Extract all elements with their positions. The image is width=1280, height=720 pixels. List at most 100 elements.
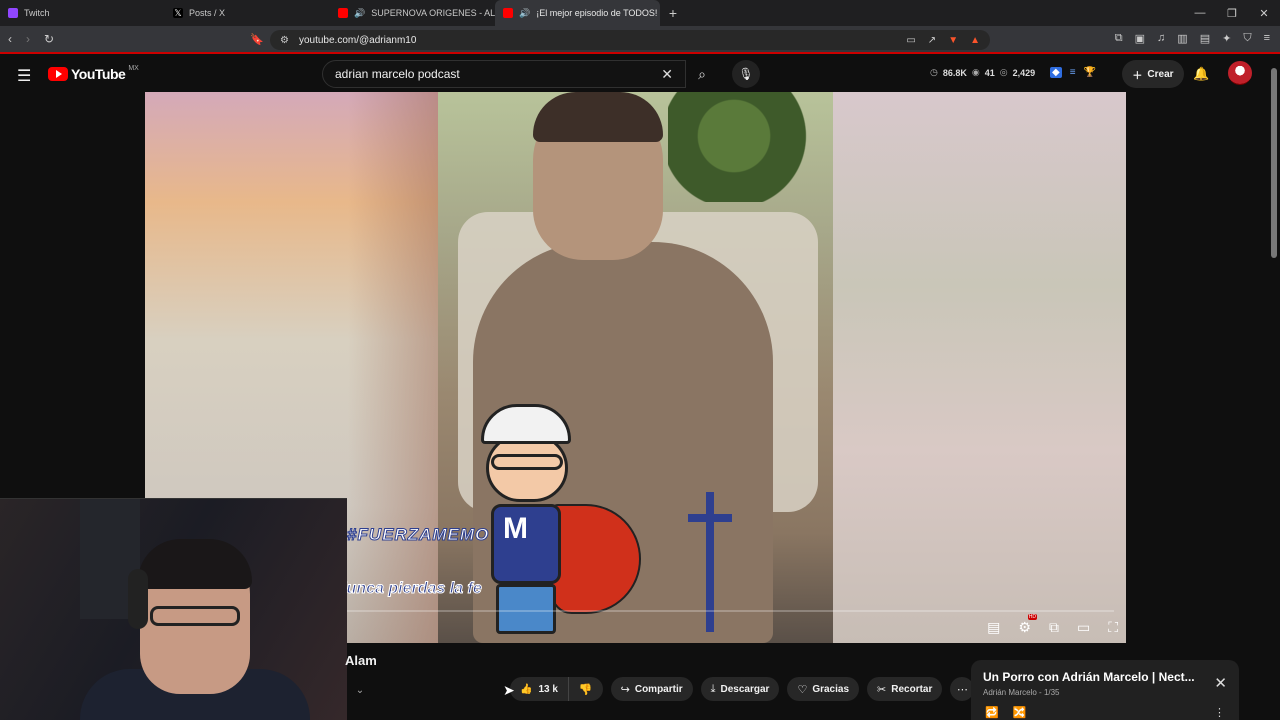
close-window-icon[interactable]: ✕ <box>1248 7 1280 20</box>
more-horizontal-icon: ⋯ <box>956 683 968 696</box>
sticker-cape <box>551 504 641 614</box>
stat-views: 86.8K <box>942 67 967 78</box>
voice-search-button[interactable]: 🎙 <box>732 60 760 88</box>
playlist-menu-icon[interactable]: ⋮ <box>1214 706 1225 719</box>
sticker-cap <box>481 404 571 444</box>
stat-watchers: 2,429 <box>1012 67 1036 78</box>
bookmark-icon[interactable]: 🔖 <box>250 33 264 46</box>
hamburger-menu-icon[interactable]: ☰ <box>17 66 31 86</box>
tab-twitch[interactable]: Twitch <box>0 0 165 26</box>
chevron-down-icon[interactable]: ⌄ <box>350 682 370 698</box>
microphone-icon: 🎙 <box>738 67 754 81</box>
create-button[interactable]: ＋ Crear <box>1122 60 1184 88</box>
dislike-button[interactable]: 👎 <box>569 677 603 701</box>
forward-icon[interactable]: › <box>26 32 30 46</box>
playlist-position: 1/35 <box>1043 688 1060 697</box>
search-button[interactable]: ⌕ <box>686 60 718 88</box>
reload-icon[interactable]: ↻ <box>44 32 54 46</box>
loop-icon[interactable]: 🔁 <box>985 706 999 719</box>
wallet-icon[interactable]: ▤ <box>1200 32 1210 45</box>
media-icon[interactable]: ♫ <box>1157 32 1165 45</box>
miniplayer-icon[interactable]: ⧉ <box>1049 619 1059 636</box>
cast-icon[interactable]: ▭ <box>906 35 915 46</box>
clip-button[interactable]: ✂ Recortar <box>867 677 943 701</box>
thumbs-up-icon: 👍 <box>520 683 533 695</box>
watchers-icon: ◎ <box>999 67 1008 77</box>
playlist-channel[interactable]: Adrián Marcelo <box>983 688 1037 697</box>
shuffle-icon[interactable]: 🔀 <box>1013 706 1027 719</box>
sidebar-icon[interactable]: ▥ <box>1177 32 1187 45</box>
account-avatar[interactable] <box>1228 61 1252 85</box>
fullscreen-icon[interactable]: ⛶ <box>1108 619 1118 636</box>
extension-list-icon[interactable]: ≡ <box>1070 67 1076 78</box>
extension-badge-icon[interactable]: ◆ <box>1050 67 1062 78</box>
playlist-title[interactable]: Un Porro con Adrián Marcelo | Nect... <box>983 670 1203 684</box>
thanks-button[interactable]: ♡ Gracias <box>787 677 860 701</box>
site-settings-icon[interactable]: ⚙ <box>280 35 289 46</box>
region-code: MX <box>128 64 139 72</box>
theater-mode-icon[interactable]: ▭ <box>1077 619 1090 636</box>
speaker-icon[interactable]: 🔊 <box>354 8 365 19</box>
scrollbar-thumb[interactable] <box>1271 68 1277 258</box>
url-field[interactable]: ⚙ youtube.com/@adrianm10 ▭ ↗ ▼ ▲ <box>270 30 990 50</box>
minimize-icon[interactable]: — <box>1184 7 1216 20</box>
thanks-label: Gracias <box>812 683 850 695</box>
window-controls: — ❐ ✕ <box>1184 7 1280 20</box>
notifications-bell-icon[interactable]: 🔔 <box>1193 66 1209 82</box>
brave-shields-icon[interactable]: ▼ <box>948 35 958 46</box>
close-playlist-icon[interactable]: ✕ <box>1214 674 1227 692</box>
tab-active-episode[interactable]: 🔊 ¡El mejor episodio de TODOS! ✕ <box>495 0 660 26</box>
youtube-favicon-icon <box>503 8 513 18</box>
brave-rewards-icon[interactable]: ▲ <box>970 35 980 46</box>
create-label: Crear <box>1147 68 1174 80</box>
like-button[interactable]: 👍 13 k <box>510 677 569 701</box>
restore-icon[interactable]: ❐ <box>1216 7 1248 20</box>
search-value: adrian marcelo podcast <box>335 67 460 81</box>
tab-supernova[interactable]: 🔊 SUPERNOVA ORIGENES - ALANA <box>330 0 495 26</box>
subtitles-icon[interactable]: ▤ <box>987 619 1000 636</box>
vpn-icon[interactable]: ⛉ <box>1243 32 1251 45</box>
overlay-hashtag: #FUERZAMEMO <box>346 525 490 545</box>
back-icon[interactable]: ‹ <box>8 32 12 46</box>
browser-menu-icon[interactable]: ≡ <box>1264 32 1270 45</box>
youtube-favicon-icon <box>338 8 348 18</box>
sticker-glasses <box>491 454 563 470</box>
clear-search-icon[interactable]: ✕ <box>661 66 673 83</box>
new-tab-button[interactable]: + <box>660 5 686 21</box>
eye-icon: ◉ <box>971 67 980 77</box>
webcam-person-hair <box>138 539 252 589</box>
speaker-icon[interactable]: 🔊 <box>519 8 530 19</box>
share-label: Compartir <box>634 683 683 695</box>
leo-icon[interactable]: ✦ <box>1222 32 1231 45</box>
screenshot-icon[interactable]: ▣ <box>1135 32 1145 45</box>
thumbs-down-icon: 👎 <box>578 683 593 696</box>
extension-stats: ◷ 86.8K ◉ 41 ◎ 2,429 <box>930 67 1035 78</box>
extension-icons: ◆ ≡ 🏆 <box>1050 67 1096 78</box>
url-text: youtube.com/@adrianm10 <box>298 34 417 46</box>
download-label: Descargar <box>720 683 770 695</box>
extensions-icon[interactable]: ⧉ <box>1115 32 1123 45</box>
browser-tab-bar: Twitch 𝕏 Posts / X 🔊 SUPERNOVA ORIGENES … <box>0 0 1280 26</box>
search-input[interactable]: adrian marcelo podcast ✕ <box>322 60 686 88</box>
tab-x-posts[interactable]: 𝕏 Posts / X <box>165 0 330 26</box>
youtube-logo[interactable]: YouTube MX <box>48 64 139 82</box>
share-button[interactable]: ↪ Compartir <box>610 677 693 701</box>
webcam-person-glasses <box>150 606 240 626</box>
download-button[interactable]: ⤓ Descargar <box>700 677 780 701</box>
player-controls: ▤ ⚙ ⧉ ▭ ⛶ <box>987 614 1118 636</box>
page-scrollbar[interactable] <box>1270 56 1278 720</box>
blurred-background-right <box>833 92 1126 643</box>
plus-icon: ＋ <box>1132 70 1143 82</box>
like-dislike-group: 👍 13 k 👎 <box>510 677 603 701</box>
like-count: 13 k <box>538 683 558 695</box>
mouse-cursor-icon: ➤ <box>503 682 515 698</box>
extension-trophy-icon[interactable]: 🏆 <box>1084 67 1096 78</box>
settings-gear-icon[interactable]: ⚙ <box>1018 614 1037 636</box>
video-actions: 👍 13 k 👎 ↪ Compartir ⤓ Descargar ♡ Graci… <box>510 677 975 701</box>
download-icon: ⤓ <box>710 682 716 695</box>
superhero-sticker: M <box>461 404 641 643</box>
share-page-icon[interactable]: ↗ <box>928 35 936 46</box>
overlay-caption: Nunca pierdas la fe <box>335 580 483 598</box>
clip-label: Recortar <box>891 683 933 695</box>
youtube-play-icon <box>48 67 68 81</box>
